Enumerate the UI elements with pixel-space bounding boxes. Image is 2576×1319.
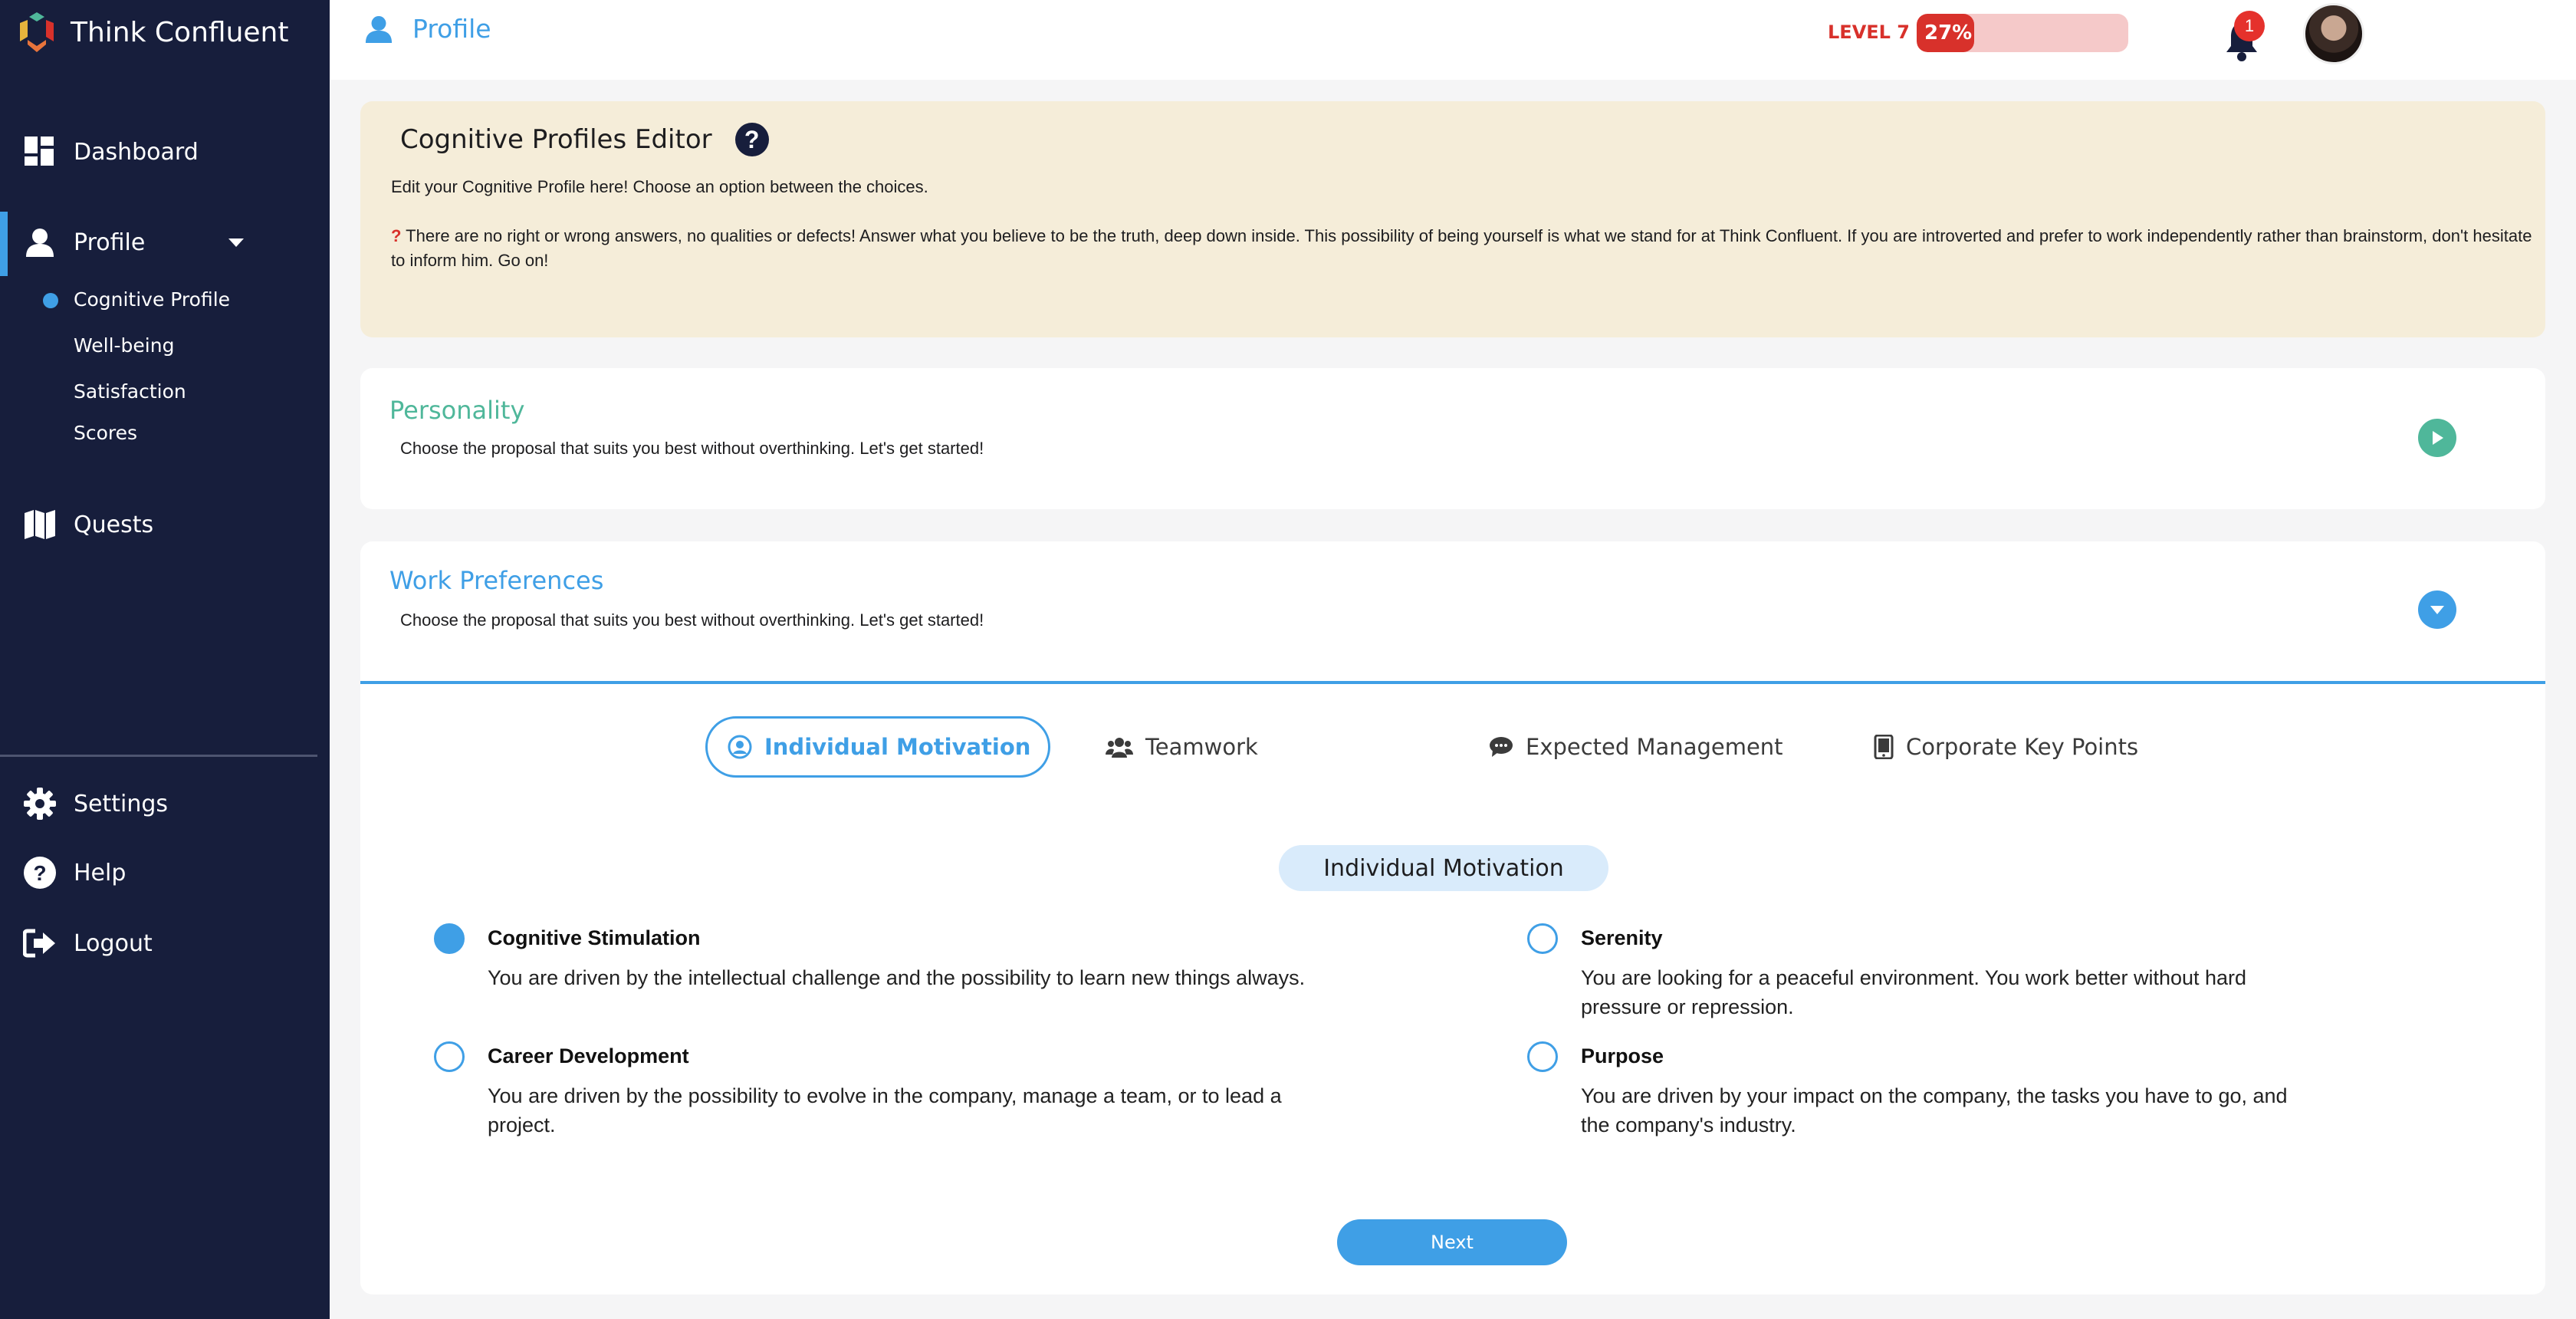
sidebar-item-logout[interactable]: Logout (0, 920, 330, 966)
sidebar-subitem-satisfaction[interactable]: Satisfaction (74, 380, 186, 403)
option-title: Purpose (1581, 1044, 1664, 1067)
work-preferences-section[interactable]: Work Preferences Choose the proposal tha… (360, 541, 2545, 683)
play-icon (2433, 431, 2443, 445)
sidebar-item-profile[interactable]: Profile (0, 219, 330, 265)
option-purpose[interactable]: Purpose You are driven by your impact on… (1527, 1041, 2309, 1149)
comments-icon (1490, 737, 1513, 757)
level-progress-fill: 27% (1917, 14, 1974, 52)
tab-corporate-key-points[interactable]: Corporate Key Points (1874, 716, 2138, 778)
sidebar-item-settings[interactable]: Settings (0, 781, 330, 827)
editor-note: ? There are no right or wrong answers, n… (391, 224, 2538, 273)
logout-icon (23, 926, 57, 960)
option-title: Career Development (488, 1044, 689, 1067)
help-icon[interactable]: ? (734, 123, 769, 156)
page-title-text: Profile (412, 14, 491, 44)
next-button[interactable]: Next (1337, 1219, 1567, 1265)
gear-icon (23, 787, 57, 821)
option-description: You are driven by your impact on the com… (1581, 1084, 2288, 1136)
tab-label: Expected Management (1526, 734, 1783, 760)
sidebar-item-label: Settings (74, 790, 169, 817)
svg-text:?: ? (33, 861, 46, 885)
sidebar-item-dashboard[interactable]: Dashboard (0, 129, 330, 175)
sidebar-item-label: Logout (74, 929, 153, 957)
sidebar-item-quests[interactable]: Quests (0, 502, 330, 548)
sidebar-subitem-well-being[interactable]: Well-being (74, 334, 174, 357)
tablet-icon (1874, 735, 1894, 759)
personality-subtitle: Choose the proposal that suits you best … (400, 439, 984, 458)
active-dot (43, 293, 58, 308)
tab-label: Corporate Key Points (1906, 734, 2139, 760)
sidebar-item-label: Help (74, 859, 127, 886)
option-career-development[interactable]: Career Development You are driven by the… (434, 1041, 1354, 1149)
editor-info-card: Cognitive Profiles Editor ? Edit your Co… (360, 101, 2545, 337)
user-circle-icon (728, 735, 752, 759)
level-label: LEVEL 7 (1828, 21, 1911, 43)
brand[interactable]: Think Confluent (17, 9, 288, 55)
radio-button[interactable] (1527, 923, 1558, 954)
radio-button[interactable] (1527, 1041, 1558, 1072)
option-serenity[interactable]: Serenity You are looking for a peaceful … (1527, 923, 2309, 1031)
brand-name: Think Confluent (71, 16, 289, 48)
work-preferences-collapse-button[interactable] (2418, 590, 2456, 629)
option-title: Serenity (1581, 926, 1663, 949)
user-icon (365, 15, 393, 43)
users-icon (1106, 738, 1133, 758)
option-description: You are driven by the intellectual chall… (488, 966, 1306, 989)
option-title: Cognitive Stimulation (488, 926, 701, 949)
sidebar-item-label: Profile (74, 229, 146, 256)
sidebar-subitem-cognitive-profile[interactable]: Cognitive Profile (74, 288, 230, 311)
tab-individual-motivation[interactable]: Individual Motivation (705, 716, 1050, 778)
dashboard-icon (23, 135, 57, 169)
radio-button[interactable] (434, 1041, 465, 1072)
radio-button[interactable] (434, 923, 465, 954)
level-progress-bar: 27% (1917, 14, 2128, 52)
tab-expected-management[interactable]: Expected Management (1489, 716, 1783, 778)
page-title: Profile (365, 14, 491, 44)
note-mark: ? (391, 226, 402, 245)
personality-section[interactable]: Personality Choose the proposal that sui… (360, 368, 2545, 509)
sidebar-subitem-scores[interactable]: Scores (74, 422, 137, 444)
map-icon (23, 508, 57, 541)
work-preferences-title: Work Preferences (389, 566, 604, 595)
tab-label: Individual Motivation (764, 734, 1031, 760)
editor-intro: Edit your Cognitive Profile here! Choose… (391, 177, 928, 196)
tab-teamwork[interactable]: Teamwork (1106, 716, 1258, 778)
editor-note-text: There are no right or wrong answers, no … (391, 226, 2532, 270)
question-heading: Individual Motivation (1279, 845, 1608, 891)
editor-title-text: Cognitive Profiles Editor (400, 124, 712, 155)
brand-logo-icon (20, 12, 54, 52)
option-cognitive-stimulation[interactable]: Cognitive Stimulation You are driven by … (434, 923, 1354, 992)
option-description: You are looking for a peaceful environme… (1581, 966, 2247, 1018)
sidebar-item-help[interactable]: ? Help (0, 850, 330, 896)
user-icon (23, 225, 57, 259)
editor-title: Cognitive Profiles Editor ? (400, 123, 769, 156)
help-icon: ? (23, 856, 57, 890)
avatar[interactable] (2303, 3, 2364, 64)
chevron-down-icon (2430, 606, 2444, 614)
tab-label: Teamwork (1145, 734, 1258, 760)
option-description: You are driven by the possibility to evo… (488, 1084, 1282, 1136)
level-progress-text: 27% (1924, 21, 1973, 44)
sidebar-item-label: Quests (74, 511, 154, 538)
chevron-down-icon[interactable] (228, 238, 244, 247)
notification-badge: 1 (2234, 11, 2265, 41)
personality-play-button[interactable] (2418, 419, 2456, 457)
work-preferences-subtitle: Choose the proposal that suits you best … (400, 610, 984, 630)
sidebar-divider (0, 755, 317, 757)
sidebar: Think Confluent Dashboard Profile Cognit… (0, 0, 330, 1319)
personality-title: Personality (389, 396, 525, 425)
sidebar-item-label: Dashboard (74, 138, 199, 166)
